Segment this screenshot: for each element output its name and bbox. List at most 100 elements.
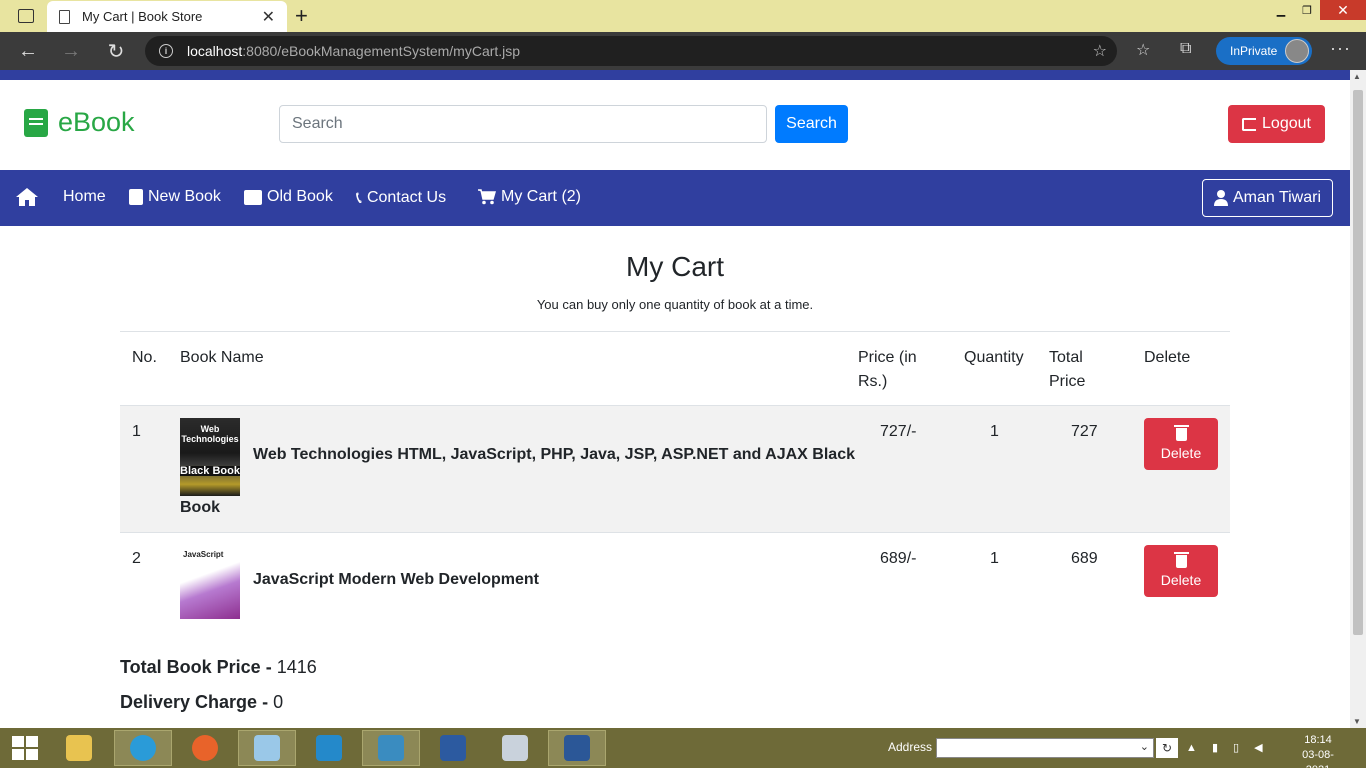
taskbar-address-refresh[interactable]: ↻: [1156, 738, 1178, 758]
brand-logo[interactable]: eBook: [24, 107, 135, 138]
row-quantity: 1: [990, 550, 999, 567]
taskbar: Address ⌄ ↻ ▲ ▮ ▯ ◀ 18:14 03-08-2021: [0, 728, 1366, 768]
main-navbar: Home New Book Old Book 📞︎ Contact Us My …: [0, 170, 1350, 226]
word-icon: [564, 735, 590, 761]
taskbar-address-label: Address: [888, 740, 933, 754]
scrollbar-thumb[interactable]: [1353, 90, 1363, 635]
chevron-down-icon[interactable]: ⌄: [1140, 740, 1149, 753]
col-price: Price (in Rs.): [858, 346, 917, 394]
favorites-icon[interactable]: ☆: [1136, 40, 1150, 60]
row-no: 2: [132, 550, 141, 567]
clock-time: 18:14: [1304, 734, 1332, 746]
delivery-charge: Delivery Charge - 0: [120, 692, 283, 713]
col-book-name: Book Name: [180, 349, 264, 366]
collections-icon[interactable]: ⧉: [1180, 40, 1191, 58]
inprivate-badge[interactable]: InPrivate: [1216, 37, 1312, 65]
page-scrollbar[interactable]: ▲ ▼: [1350, 70, 1366, 728]
new-tab-button[interactable]: +: [295, 3, 308, 29]
user-profile-button[interactable]: Aman Tiwari: [1202, 179, 1333, 217]
trash-icon: [1173, 551, 1189, 568]
col-total: Total Price: [1049, 346, 1085, 394]
cart-note: You can buy only one quantity of book at…: [536, 297, 814, 312]
delete-button[interactable]: Delete: [1144, 418, 1218, 470]
taskbar-edge[interactable]: [114, 730, 172, 766]
windows-icon: [12, 736, 38, 760]
nav-new-book[interactable]: New Book: [129, 188, 221, 206]
tab-title: My Cart | Book Store: [82, 9, 203, 24]
close-tab-icon[interactable]: ✕: [262, 7, 275, 27]
taskbar-firefox[interactable]: [176, 730, 234, 766]
system-tray[interactable]: ▲ ▮ ▯ ◀: [1186, 741, 1269, 754]
taskbar-address-input[interactable]: ⌄: [936, 738, 1154, 758]
delete-button[interactable]: Delete: [1144, 545, 1218, 597]
taskbar-vscode[interactable]: [300, 730, 358, 766]
monitor-icon: [502, 735, 528, 761]
nav-new-book-label: New Book: [148, 188, 221, 205]
netbeans-icon: [254, 735, 280, 761]
col-total-l1: Total: [1049, 349, 1083, 366]
url-field[interactable]: i localhost:8080/eBookManagementSystem/m…: [145, 36, 1117, 66]
nav-contact-label: Contact Us: [366, 189, 447, 206]
taskbar-word[interactable]: [548, 730, 606, 766]
total-value: 1416: [276, 657, 317, 677]
row-quantity: 1: [990, 423, 999, 440]
nav-old-book-label: Old Book: [267, 188, 333, 205]
logout-label: Logout: [1262, 115, 1311, 132]
delete-label: Delete: [1160, 571, 1202, 588]
logout-button[interactable]: Logout: [1228, 105, 1325, 143]
taskbar-netbeans[interactable]: [238, 730, 296, 766]
more-menu-icon[interactable]: ···: [1330, 38, 1351, 59]
nav-contact-us[interactable]: 📞︎ Contact Us: [356, 188, 446, 208]
row-price: 727/-: [880, 423, 917, 440]
taskbar-monitor[interactable]: [486, 730, 544, 766]
scroll-down-icon[interactable]: ▼: [1353, 717, 1361, 726]
user-icon: [1213, 190, 1228, 206]
sign-out-icon: [1242, 117, 1257, 131]
address-bar: ← → ↻ i localhost:8080/eBookManagementSy…: [0, 32, 1366, 70]
site-info-icon[interactable]: i: [159, 44, 173, 58]
inprivate-label: InPrivate: [1230, 44, 1278, 58]
tab-actions-icon[interactable]: [18, 9, 34, 23]
row-total: 689: [1071, 550, 1098, 567]
row-price: 689/-: [880, 550, 917, 567]
row-no: 1: [132, 423, 141, 440]
book-icon: [129, 189, 143, 205]
book-title-cont: Book: [180, 499, 220, 516]
add-favorite-icon[interactable]: ☆: [1093, 41, 1107, 61]
nav-cart-label: My Cart (2): [501, 188, 581, 205]
edge-icon: [130, 735, 156, 761]
window-close-button[interactable]: ✕: [1320, 0, 1366, 20]
book-title: Web Technologies HTML, JavaScript, PHP, …: [253, 446, 855, 463]
delete-label: Delete: [1160, 444, 1202, 461]
search-button[interactable]: Search: [775, 105, 848, 143]
mysql-icon: [378, 735, 404, 761]
restore-button[interactable]: ❐: [1294, 0, 1320, 20]
browser-tab[interactable]: My Cart | Book Store ✕: [47, 1, 287, 32]
nav-my-cart[interactable]: My Cart (2): [478, 188, 581, 206]
vscode-icon: [316, 735, 342, 761]
taskbar-mysql[interactable]: [362, 730, 420, 766]
taskbar-file-explorer[interactable]: [50, 730, 108, 766]
book-title: JavaScript Modern Web Development: [253, 571, 539, 588]
scroll-up-icon[interactable]: ▲: [1353, 72, 1361, 81]
cart-icon: [478, 189, 496, 205]
table-row: 1 Web Technologies Black Book Web Techno…: [120, 405, 1230, 532]
home-icon[interactable]: [15, 187, 39, 207]
refresh-button[interactable]: ↻: [102, 38, 130, 64]
start-button[interactable]: [0, 730, 50, 766]
col-quantity: Quantity: [964, 349, 1024, 366]
forward-button[interactable]: →: [57, 38, 85, 64]
taskbar-powershell[interactable]: [424, 730, 482, 766]
back-button[interactable]: ←: [14, 38, 42, 64]
nav-old-book[interactable]: Old Book: [244, 188, 333, 206]
search-input[interactable]: [279, 105, 767, 143]
minimize-button[interactable]: ▁: [1268, 0, 1294, 20]
taskbar-clock[interactable]: 18:14 03-08-2021: [1290, 733, 1346, 768]
book-open-icon: [244, 189, 262, 205]
total-book-price: Total Book Price - 1416: [120, 657, 317, 678]
table-header: No. Book Name Price (in Rs.) Quantity To…: [120, 331, 1230, 405]
nav-home[interactable]: Home: [63, 188, 106, 206]
firefox-icon: [192, 735, 218, 761]
col-delete: Delete: [1144, 349, 1191, 366]
col-price-l2: Rs.): [858, 373, 888, 390]
